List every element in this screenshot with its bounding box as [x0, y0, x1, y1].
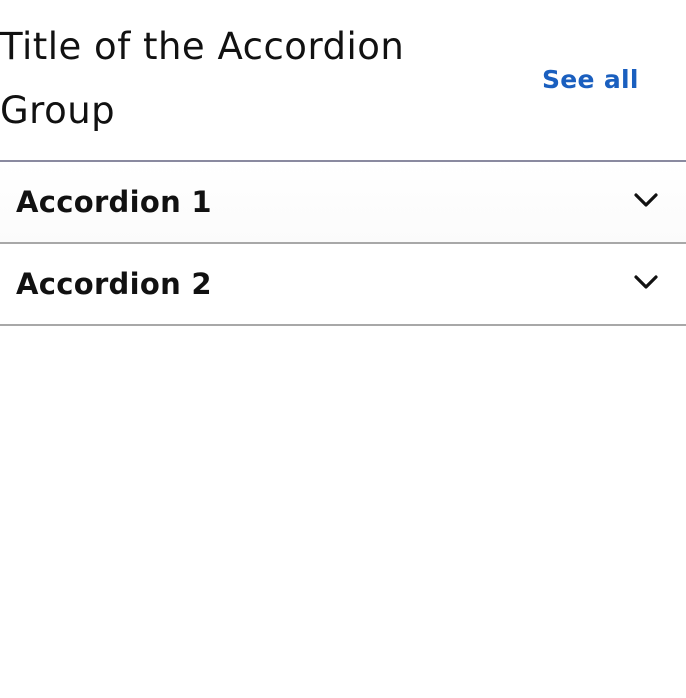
see-all-link[interactable]: See all [542, 62, 639, 98]
accordion-item-1[interactable]: Accordion 1 [0, 162, 686, 244]
accordion-label: Accordion 2 [16, 267, 212, 301]
accordion-list: Accordion 1 Accordion 2 [0, 162, 686, 326]
accordion-label: Accordion 1 [16, 185, 212, 219]
accordion-group: Title of the Accordion Group See all Acc… [0, 0, 686, 326]
accordion-group-title: Title of the Accordion Group [0, 25, 405, 132]
chevron-down-icon[interactable] [632, 190, 660, 210]
accordion-group-header: Title of the Accordion Group See all [0, 0, 686, 160]
chevron-down-icon[interactable] [632, 272, 660, 292]
accordion-item-2[interactable]: Accordion 2 [0, 244, 686, 326]
